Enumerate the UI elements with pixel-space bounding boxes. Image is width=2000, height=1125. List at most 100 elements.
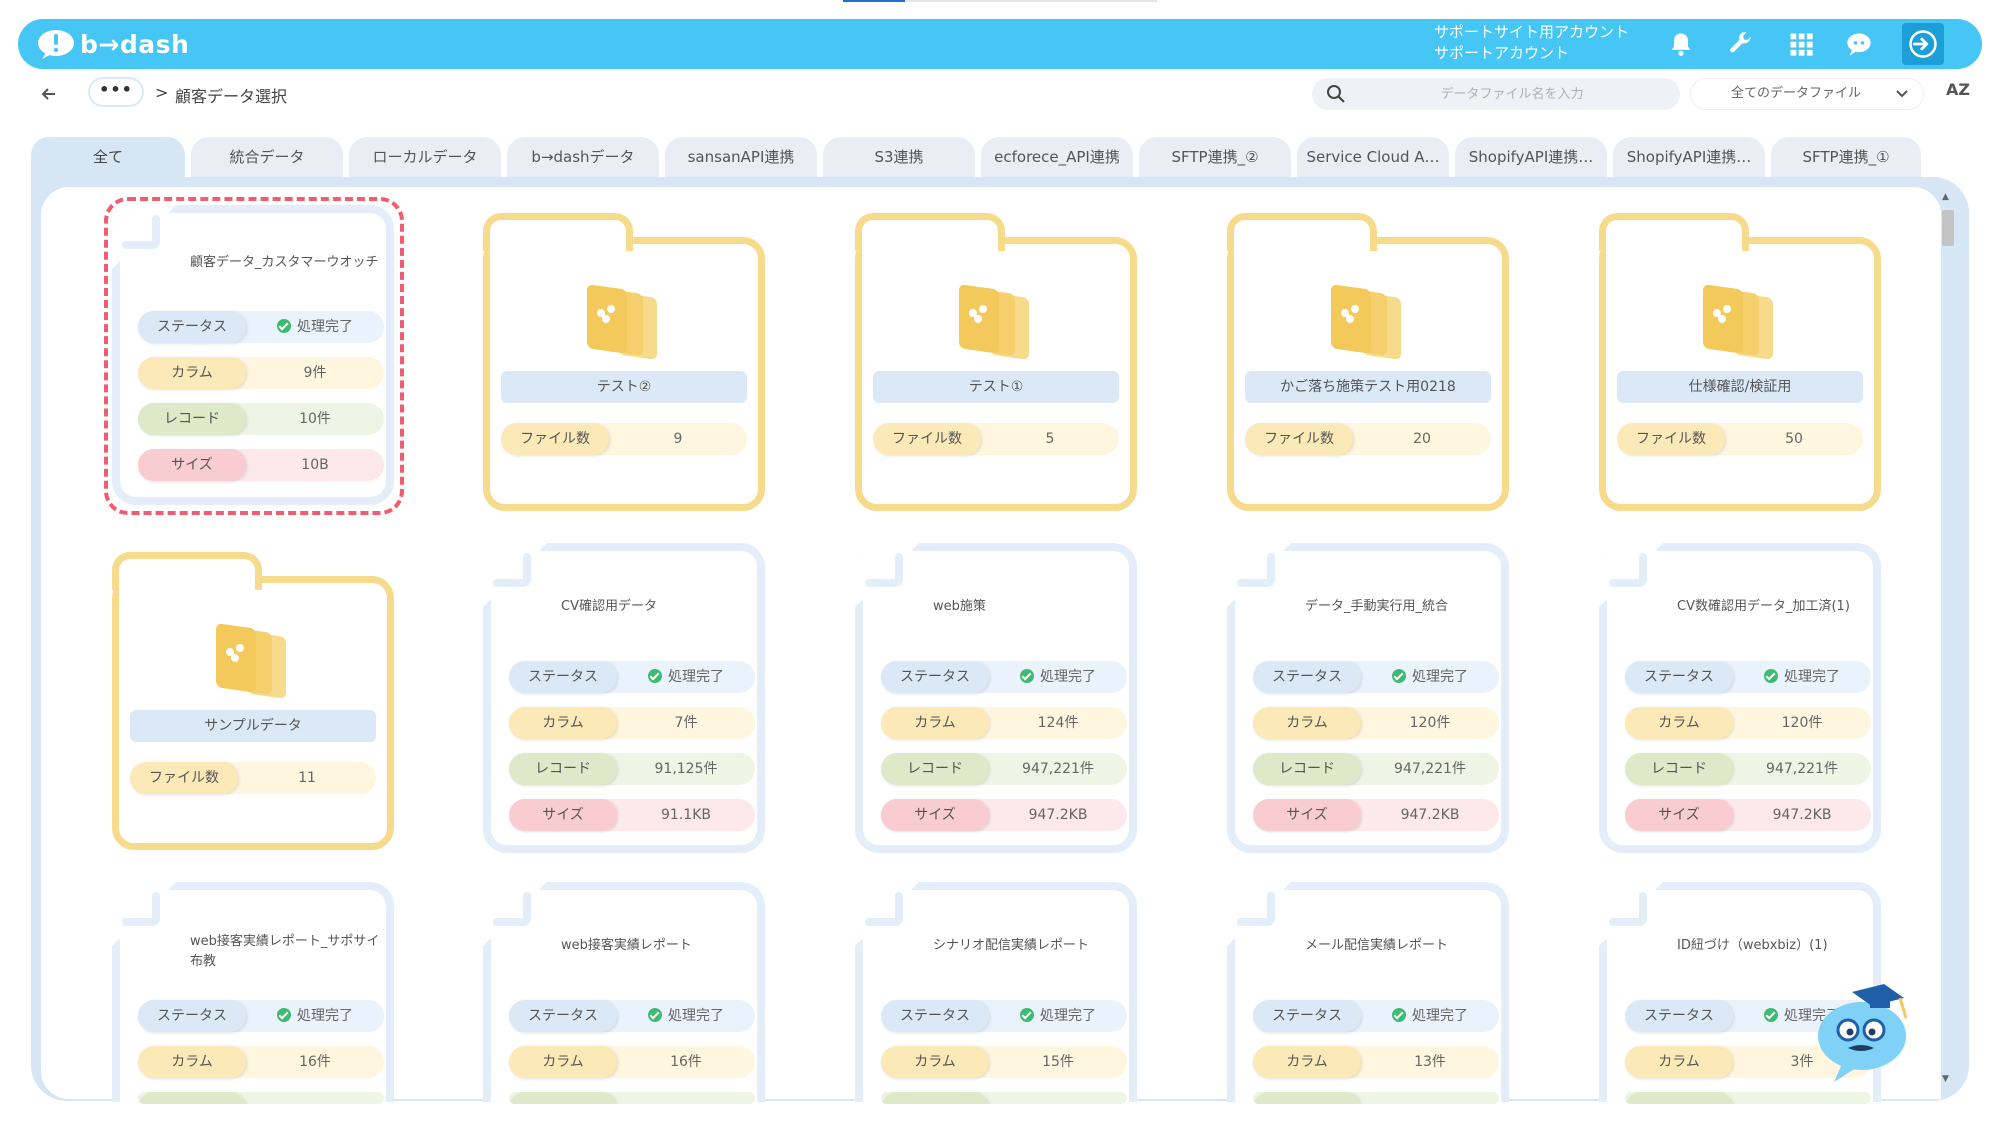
tab-sftp-2[interactable]: SFTP連携_②	[1139, 137, 1291, 177]
status-label: ステータス	[138, 1000, 246, 1032]
file-corner-icon	[1599, 882, 1663, 946]
record-row: レコード 947,221件	[1253, 753, 1499, 785]
file-count-row: ファイル数 20	[1245, 423, 1491, 455]
column-value: 16件	[670, 1054, 702, 1070]
scroll-down-icon[interactable]: ▼	[1942, 1074, 1949, 1084]
column-label: カラム	[881, 1046, 989, 1078]
size-value: 947.2KB	[1028, 807, 1088, 823]
file-count-value: 11	[298, 770, 316, 786]
data-file-card[interactable]: web接客実績レポート ステータス 処理完了 カラム 16件	[483, 882, 765, 1104]
file-corner-icon	[483, 543, 547, 607]
folder-card[interactable]: サンプルデータ ファイル数 11	[112, 552, 394, 850]
source-tabs: 全て 統合データ ローカルデータ b→dashデータ sansanAPI連携 S…	[31, 137, 1921, 177]
tab-sftp-1[interactable]: SFTP連携_①	[1771, 137, 1921, 177]
record-value: 947,221件	[1766, 761, 1838, 777]
search-input[interactable]	[1362, 82, 1662, 106]
file-corner-icon	[1227, 882, 1291, 946]
record-row	[509, 1092, 755, 1104]
wrench-icon[interactable]	[1725, 28, 1757, 60]
bell-icon[interactable]	[1665, 28, 1697, 60]
tab-s3[interactable]: S3連携	[823, 137, 975, 177]
status-row: ステータス 処理完了	[1253, 661, 1499, 693]
tab-sansan-api[interactable]: sansanAPI連携	[665, 137, 817, 177]
tab-local-data[interactable]: ローカルデータ	[349, 137, 501, 177]
scroll-up-icon[interactable]: ▲	[1942, 192, 1949, 202]
size-label: サイズ	[881, 799, 989, 831]
folder-group-icon	[216, 623, 286, 698]
file-name: ID紐づけ（webxbiz）(1)	[1677, 938, 1828, 953]
grid-icon[interactable]	[1785, 28, 1817, 60]
breadcrumb-more-button[interactable]: •••	[88, 77, 144, 107]
check-icon	[1020, 669, 1034, 683]
record-row	[881, 1092, 1127, 1104]
file-corner-icon	[1599, 543, 1663, 607]
column-row: カラム 7件	[509, 707, 755, 739]
folder-card[interactable]: 仕様確認/検証用 ファイル数 50	[1599, 213, 1881, 511]
column-row: カラム 13件	[1253, 1046, 1499, 1078]
data-file-card[interactable]: web施策 ステータス 処理完了 カラム 124件 レコード 947,221件 サイズ…	[855, 543, 1137, 853]
column-value: 120件	[1409, 715, 1451, 731]
file-corner-icon	[855, 543, 919, 607]
logout-button[interactable]	[1902, 23, 1944, 65]
tab-bdash-data[interactable]: b→dashデータ	[507, 137, 659, 177]
tab-service-cloud[interactable]: Service Cloud A…	[1297, 137, 1449, 177]
check-icon	[1392, 669, 1406, 683]
record-value: 91,125件	[654, 761, 718, 777]
chat-icon[interactable]	[1843, 28, 1875, 60]
data-file-filter-select[interactable]: 全てのデータファイル	[1690, 78, 1924, 110]
status-value: 処理完了	[1361, 1000, 1499, 1032]
tab-ecforce-api[interactable]: ecforece_API連携	[981, 137, 1133, 177]
column-value: 120件	[1781, 715, 1823, 731]
folder-card[interactable]: テスト② ファイル数 9	[483, 213, 765, 511]
record-label	[1625, 1092, 1733, 1104]
status-label: ステータス	[509, 1000, 617, 1032]
data-file-card[interactable]: シナリオ配信実績レポート ステータス 処理完了 カラム 15件	[855, 882, 1137, 1104]
folder-name: テスト②	[501, 371, 747, 403]
data-file-card[interactable]: web接客実績レポート_サポサイ布教 ステータス 処理完了 カラム 16件	[112, 882, 394, 1104]
column-value: 15件	[1042, 1054, 1074, 1070]
breadcrumb-current: 顧客データ選択	[175, 87, 288, 106]
file-count-label: ファイル数	[1617, 423, 1725, 455]
folder-name: サンプルデータ	[130, 710, 376, 742]
status-label: ステータス	[509, 661, 617, 693]
status-value: 処理完了	[1361, 661, 1499, 693]
loading-progress	[843, 0, 905, 2]
file-count-row: ファイル数 9	[501, 423, 747, 455]
folder-group-icon	[1331, 284, 1401, 359]
data-file-card[interactable]: CV数確認用データ_加工済(1) ステータス 処理完了 カラム 120件 レコード 9…	[1599, 543, 1881, 853]
account-info[interactable]: サポートサイト用アカウント サポートアカウント	[1434, 22, 1629, 64]
folder-group-icon	[587, 284, 657, 359]
file-corner-icon	[483, 882, 547, 946]
logo-icon	[36, 29, 76, 59]
data-file-card[interactable]: CV確認用データ ステータス 処理完了 カラム 7件 レコード 91,125件 サイズ…	[483, 543, 765, 853]
folder-card[interactable]: テスト① ファイル数 5	[855, 213, 1137, 511]
scrollbar-thumb[interactable]	[1942, 210, 1954, 246]
help-mascot-button[interactable]	[1812, 978, 1922, 1088]
record-label	[509, 1092, 617, 1104]
file-count-label: ファイル数	[130, 762, 238, 794]
file-count-row: ファイル数 50	[1617, 423, 1863, 455]
file-name: CV数確認用データ_加工済(1)	[1677, 599, 1850, 614]
tab-shopify-api-2[interactable]: ShopifyAPI連携…	[1613, 137, 1765, 177]
status-value: 処理完了	[246, 1000, 384, 1032]
scrollbar[interactable]: ▲ ▼	[1937, 190, 1959, 1090]
check-icon	[1392, 1008, 1406, 1022]
record-row: レコード 91,125件	[509, 753, 755, 785]
size-value: 91.1KB	[661, 807, 711, 823]
record-row	[138, 1092, 384, 1104]
folder-group-icon	[1703, 284, 1773, 359]
size-label: サイズ	[1253, 799, 1361, 831]
folder-card[interactable]: かご落ち施策テスト用0218 ファイル数 20	[1227, 213, 1509, 511]
file-count-label: ファイル数	[1245, 423, 1353, 455]
data-file-card[interactable]: データ_手動実行用_統合 ステータス 処理完了 カラム 120件 レコード 947,2…	[1227, 543, 1509, 853]
logo[interactable]: b→dash	[36, 26, 189, 62]
tab-all[interactable]: 全て	[31, 137, 185, 177]
check-icon	[1020, 1008, 1034, 1022]
folder-group-icon	[959, 284, 1029, 359]
sort-az-button[interactable]: AZ	[1946, 80, 1974, 108]
back-button[interactable]	[36, 81, 62, 107]
tab-integrated-data[interactable]: 統合データ	[191, 137, 343, 177]
record-row: レコード 947,221件	[881, 753, 1127, 785]
data-file-card[interactable]: メール配信実績レポート ステータス 処理完了 カラム 13件	[1227, 882, 1509, 1104]
tab-shopify-api-1[interactable]: ShopifyAPI連携…	[1455, 137, 1607, 177]
